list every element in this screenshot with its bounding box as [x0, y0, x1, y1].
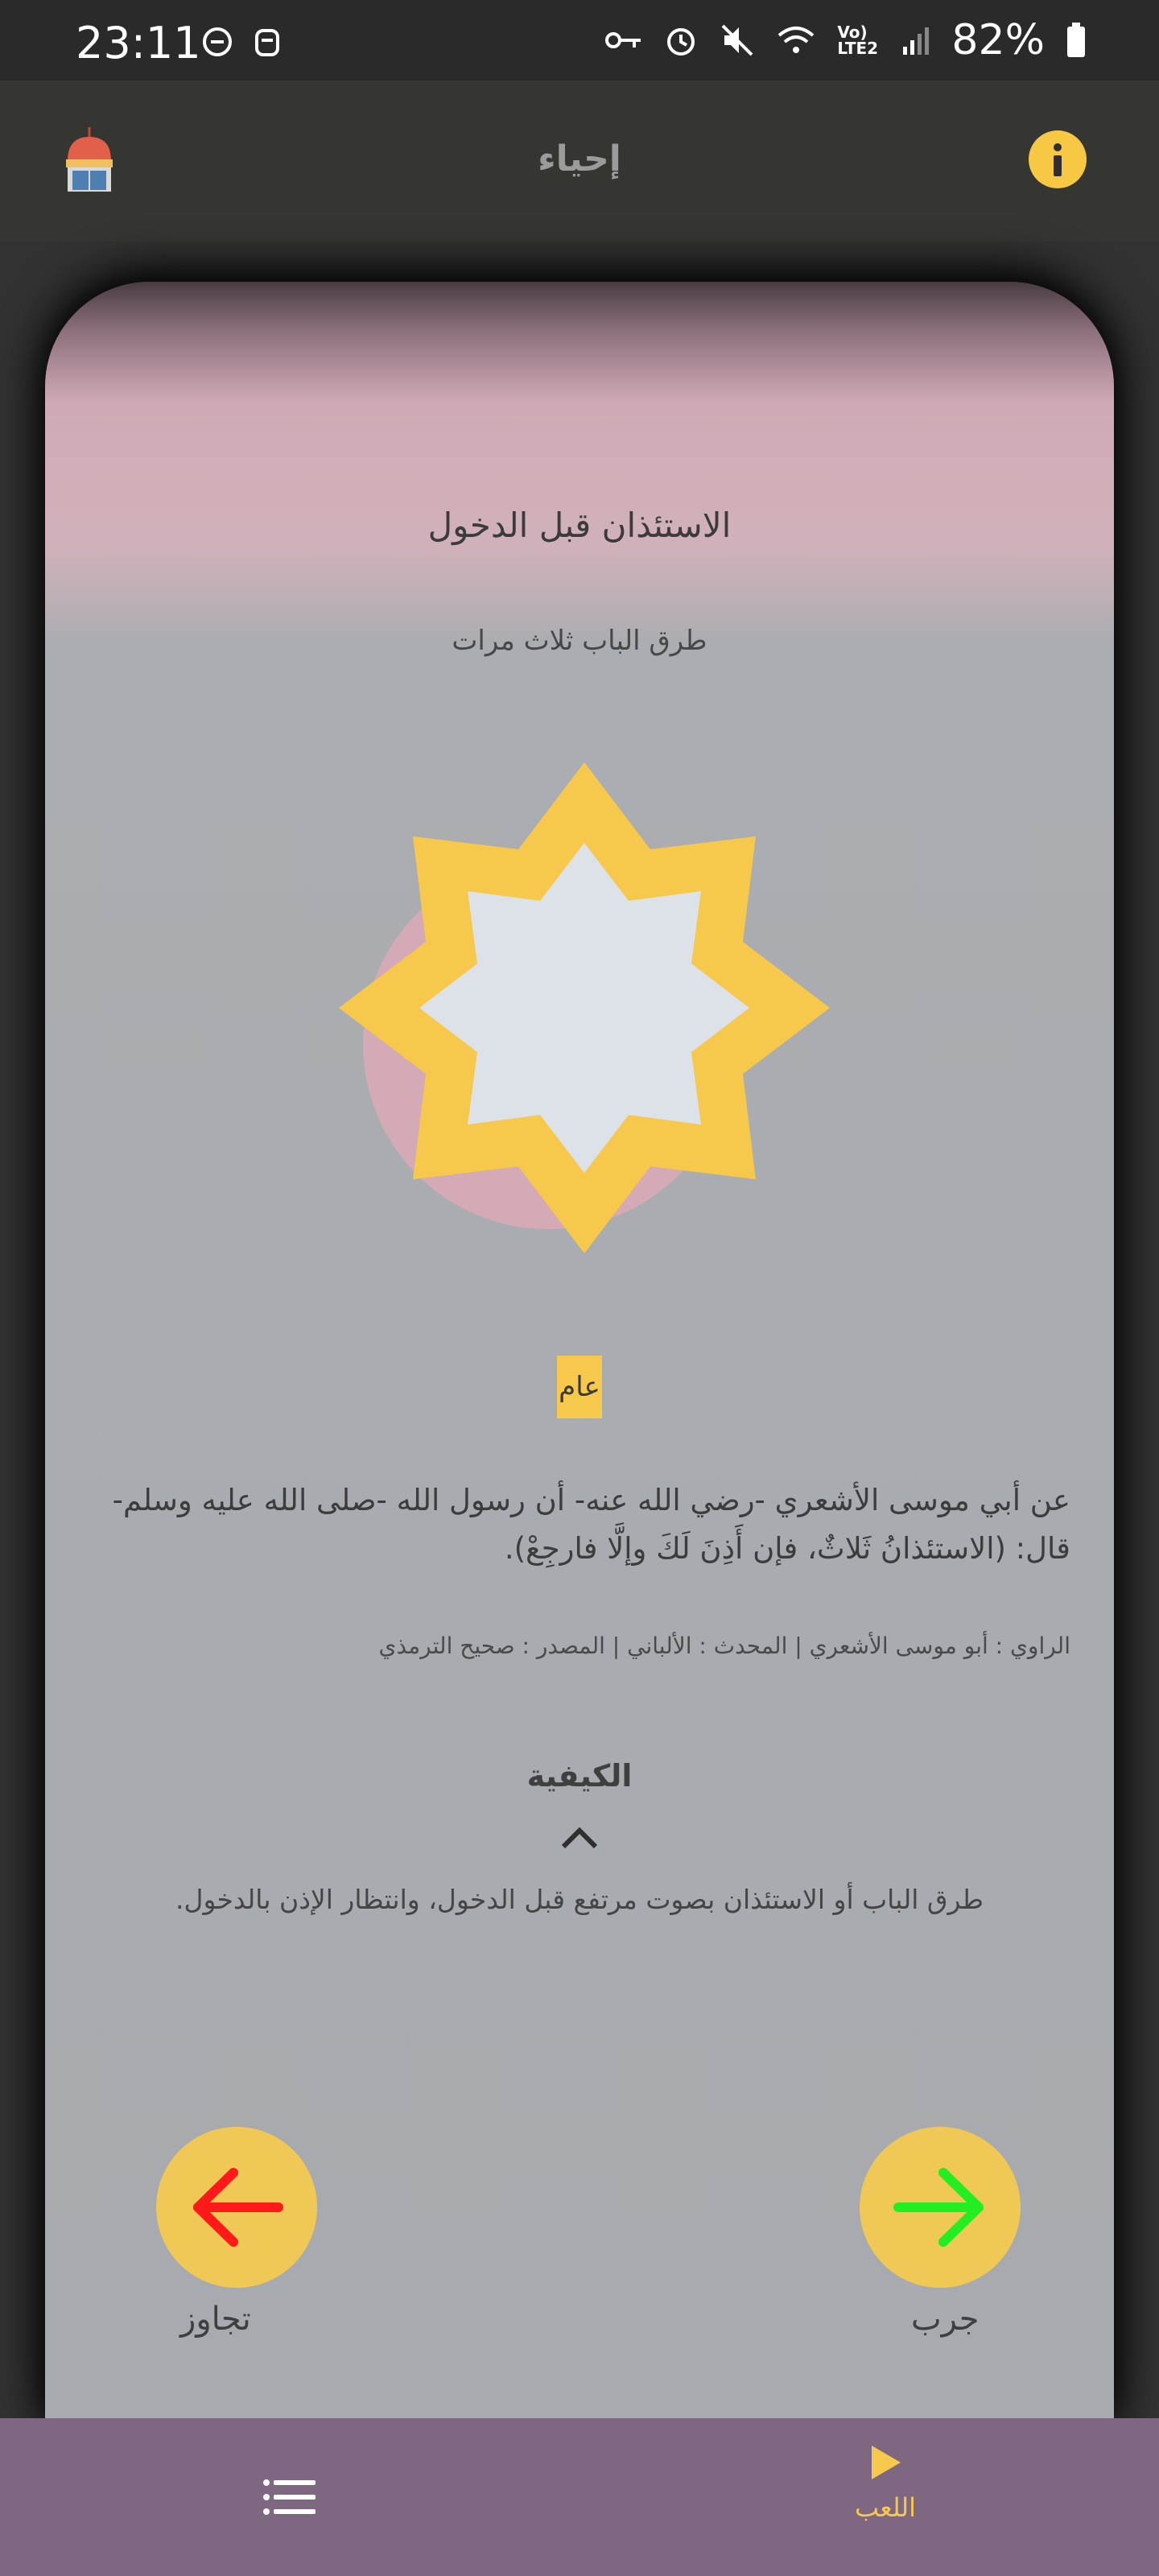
how-text: طرق الباب أو الاستئذان بصوت مرتفع قبل ال… — [175, 1884, 984, 1915]
key-icon — [605, 32, 641, 48]
islamic-star-emblem — [339, 762, 830, 1253]
alarm-icon — [667, 28, 695, 56]
hadith-text: عن أبي موسى الأشعري -رضي الله عنه- أن رس… — [112, 1483, 1070, 1566]
info-icon — [1054, 143, 1062, 176]
app-title: إحياء — [538, 138, 621, 180]
dnd-icon — [203, 27, 232, 56]
chevron-up-icon[interactable] — [560, 1826, 599, 1850]
hadith-source: الراوي : أبو موسى الأشعري | المحدث : الأ… — [378, 1633, 1070, 1659]
info-button[interactable] — [1029, 130, 1087, 188]
face-icon — [255, 29, 279, 56]
mute-icon — [722, 24, 753, 56]
signal-icon — [903, 27, 930, 55]
card-title: الاستئذان قبل الدخول — [427, 506, 732, 545]
network-label: Vo) LTE2 — [837, 23, 879, 58]
app-bar: إحياء — [0, 80, 1159, 242]
skip-label: تجاوز — [180, 2301, 251, 2338]
status-bar: 23:11 Vo) LTE2 82% — [0, 0, 1159, 80]
battery-icon — [1067, 23, 1085, 57]
category-badge: عام — [557, 1356, 602, 1418]
content-card: الاستئذان قبل الدخول طرق الباب ثلاث مرات… — [45, 282, 1114, 2423]
status-left-icons — [201, 26, 282, 58]
battery-percent: 82% — [951, 16, 1045, 64]
arrow-left-icon — [193, 2168, 283, 2247]
try-button[interactable] — [860, 2127, 1021, 2288]
card-subtitle: طرق الباب ثلاث مرات — [452, 625, 707, 657]
list-icon[interactable] — [262, 2478, 316, 2516]
how-section-title[interactable]: الكيفية — [45, 1758, 1114, 1794]
skip-button[interactable] — [156, 2127, 317, 2288]
arrow-right-icon — [893, 2168, 984, 2247]
nav-play-tab[interactable]: اللعب — [837, 2442, 934, 2523]
status-time: 23:11 — [76, 18, 201, 68]
status-right-icons: Vo) LTE2 82% — [605, 16, 1087, 64]
wifi-icon — [778, 27, 815, 53]
nav-play-label: اللعب — [854, 2492, 917, 2523]
try-label: جرب — [911, 2301, 980, 2338]
bottom-nav: اللعب — [0, 2418, 1159, 2576]
play-icon — [872, 2446, 901, 2479]
